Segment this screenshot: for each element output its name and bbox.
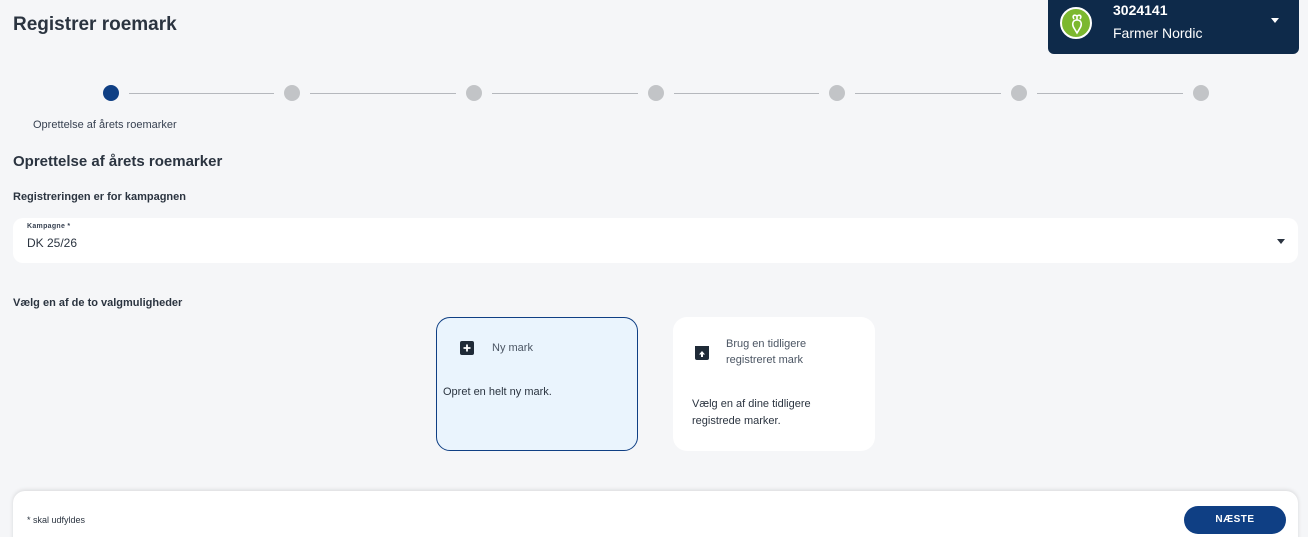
step-connector (855, 93, 1001, 94)
step-connector (492, 93, 638, 94)
page-title: Registrer roemark (13, 14, 177, 35)
step-dot-5 (829, 85, 845, 101)
step-dot-6 (1011, 85, 1027, 101)
plus-square-icon (460, 341, 474, 355)
option-description: Vælg en af dine tidligere registrede mar… (692, 398, 811, 427)
footer-bar: * skal udfyldes NÆSTE (13, 491, 1298, 537)
step-dot-4 (648, 85, 664, 101)
campaign-select[interactable]: Kampagne * DK 25/26 (13, 218, 1298, 263)
step-dot-7 (1193, 85, 1209, 101)
step-connector (1037, 93, 1183, 94)
option-title: Ny mark (492, 342, 533, 354)
option-description: Opret en helt ny mark. (443, 386, 552, 398)
option-title: Brug en tidligere registreret mark (726, 338, 807, 366)
sugar-beet-icon (1060, 7, 1092, 39)
step-dot-2 (284, 85, 300, 101)
account-name: Farmer Nordic (1113, 25, 1203, 41)
option-new-field[interactable]: Ny mark Opret en helt ny mark. (436, 317, 638, 451)
choose-label: Vælg en af de to valgmuligheder (13, 297, 183, 309)
step-dot-3 (466, 85, 482, 101)
subsection-title: Registreringen er for kampagnen (13, 191, 186, 203)
step-dot-1 (103, 85, 119, 101)
required-note: * skal udfyldes (27, 515, 86, 525)
account-id: 3024141 (1113, 2, 1168, 18)
progress-stepper (0, 84, 1308, 104)
step-connector (674, 93, 819, 94)
next-button[interactable]: NÆSTE (1184, 506, 1286, 534)
chevron-down-icon[interactable] (1271, 18, 1279, 23)
step-connector (129, 93, 274, 94)
account-selector[interactable]: 3024141 Farmer Nordic (1048, 0, 1299, 54)
step-connector (310, 93, 456, 94)
campaign-value: DK 25/26 (27, 236, 78, 250)
section-title: Oprettelse af årets roemarker (13, 153, 223, 170)
active-step-label: Oprettelse af årets roemarker (33, 119, 177, 131)
chevron-down-icon (1277, 239, 1285, 244)
option-existing-field[interactable]: Brug en tidligere registreret mark Vælg … (673, 317, 875, 451)
campaign-label: Kampagne * (27, 223, 71, 230)
archive-icon (695, 346, 709, 360)
